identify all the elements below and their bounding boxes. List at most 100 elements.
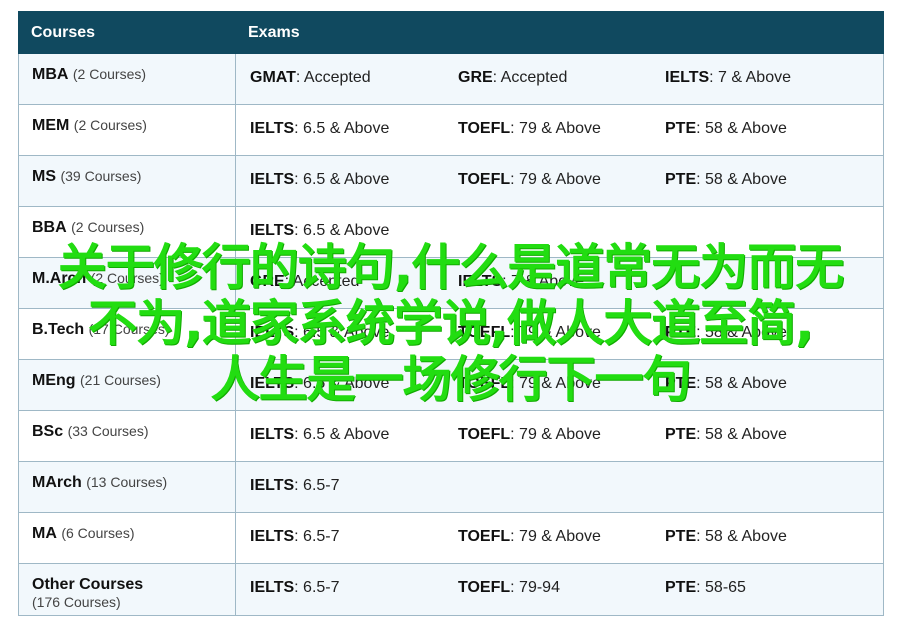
exam-requirement: GRE: Accepted — [458, 69, 665, 87]
exam-requirement: IELTS: 7 & Above — [458, 273, 665, 291]
course-cell: MArch (13 Courses) — [18, 461, 236, 513]
exam-name: TOEFL — [458, 426, 511, 443]
exam-requirement: PTE: 58 & Above — [665, 426, 787, 444]
courses-header: Courses — [18, 11, 236, 54]
table-header-row: Courses Exams — [18, 11, 884, 54]
exam-score: : 79 & Above — [510, 426, 601, 443]
exam-requirement: IELTS: 6.5-7 — [250, 528, 458, 546]
exam-requirement: IELTS: 7 & Above — [665, 69, 791, 87]
exam-requirement: TOEFL: 79 & Above — [458, 324, 665, 342]
course-name-link[interactable]: BBA — [32, 219, 67, 236]
course-count: (13 Courses) — [86, 474, 168, 490]
exam-name: IELTS — [250, 528, 295, 545]
exam-score: : Accepted — [492, 69, 568, 86]
exam-score: : Accepted — [284, 273, 360, 290]
exam-requirement: IELTS: 6.5 & Above — [250, 426, 458, 444]
exam-score: : 79 & Above — [510, 171, 601, 188]
exam-requirement: TOEFL: 79 & Above — [458, 171, 665, 189]
exam-requirement: GRE: Accepted — [250, 273, 458, 291]
course-name-link[interactable]: M.Arch — [32, 270, 86, 287]
exams-cell: IELTS: 6.5-7 — [235, 461, 884, 513]
exam-name: IELTS — [250, 426, 295, 443]
exam-score: : 6.5 & Above — [294, 324, 390, 341]
exam-name: TOEFL — [458, 375, 511, 392]
course-cell: Other Courses (176 Courses) — [18, 563, 236, 616]
course-cell: M.Arch (2 Courses) — [18, 257, 236, 309]
exam-name: PTE — [665, 528, 697, 545]
course-name-link[interactable]: MArch — [32, 474, 82, 491]
exams-cell: IELTS: 6.5 & Above TOEFL: 79 & Above PTE: … — [235, 410, 884, 462]
course-name-link[interactable]: MA — [32, 525, 57, 542]
exam-score: : 6.5 & Above — [294, 120, 390, 137]
exam-name: TOEFL — [458, 120, 511, 137]
course-name-link[interactable]: Other Courses — [32, 576, 143, 593]
exams-cell: IELTS: 6.5-7 TOEFL: 79 & Above PTE: 58 & A… — [235, 512, 884, 564]
exam-score: : 58 & Above — [696, 426, 787, 443]
table-row: B.Tech (17 Courses) IELTS: 6.5 & Above TOE… — [18, 308, 884, 360]
exam-name: GRE — [458, 69, 493, 86]
exam-score: : 6.5-7 — [294, 579, 340, 596]
exam-score: : 79 & Above — [510, 528, 601, 545]
exams-cell: IELTS: 6.5-7 TOEFL: 79-94 PTE: 58-65 — [235, 563, 884, 616]
exam-requirement: TOEFL: 79 & Above — [458, 375, 665, 393]
exam-score: : 6.5 & Above — [294, 426, 390, 443]
exam-name: IELTS — [250, 477, 295, 494]
exam-requirement: PTE: 58 & Above — [665, 375, 787, 393]
course-count: (21 Courses) — [80, 372, 161, 388]
course-name-link[interactable]: MBA — [32, 66, 68, 83]
table-row: M.Arch (2 Courses) GRE: Accepted IELTS: 7 … — [18, 257, 884, 309]
table-row: MEng (21 Courses) IELTS: 6.5 & Above TOEFL… — [18, 359, 884, 411]
exam-requirement: PTE: 58 & Above — [665, 324, 787, 342]
exam-score: : 58 & Above — [696, 375, 787, 392]
course-count: (2 Courses) — [90, 270, 164, 286]
exam-name: PTE — [665, 120, 697, 137]
exam-name: TOEFL — [458, 579, 511, 596]
exams-cell: GRE: Accepted IELTS: 7 & Above — [235, 257, 884, 309]
exams-header: Exams — [235, 11, 884, 54]
exam-requirement: PTE: 58-65 — [665, 579, 746, 597]
exams-cell: IELTS: 6.5 & Above TOEFL: 79 & Above PTE: … — [235, 308, 884, 360]
exam-requirement: PTE: 58 & Above — [665, 171, 787, 189]
course-count: (6 Courses) — [61, 525, 135, 541]
course-count: (2 Courses) — [71, 219, 145, 235]
course-cell: MS (39 Courses) — [18, 155, 236, 207]
course-name-link[interactable]: MEng — [32, 372, 76, 389]
exam-requirement: TOEFL: 79-94 — [458, 579, 665, 597]
exam-name: PTE — [665, 426, 697, 443]
course-name-link[interactable]: BSc — [32, 423, 63, 440]
exam-name: IELTS — [250, 171, 295, 188]
exam-requirement: IELTS: 6.5 & Above — [250, 375, 458, 393]
exam-name: PTE — [665, 324, 697, 341]
exam-name: PTE — [665, 579, 697, 596]
course-name-link[interactable]: MS — [32, 168, 56, 185]
course-cell: MEng (21 Courses) — [18, 359, 236, 411]
exam-score: : 58 & Above — [696, 324, 787, 341]
course-count: (176 Courses) — [32, 594, 121, 610]
table-row: MArch (13 Courses) IELTS: 6.5-7 — [18, 461, 884, 513]
course-name-link[interactable]: B.Tech — [32, 321, 84, 338]
exam-requirement: PTE: 58 & Above — [665, 120, 787, 138]
exam-name: IELTS — [458, 273, 503, 290]
table-row: BBA (2 Courses) IELTS: 6.5 & Above — [18, 206, 884, 258]
exam-score: : 6.5-7 — [294, 528, 340, 545]
exam-name: TOEFL — [458, 528, 511, 545]
course-cell: B.Tech (17 Courses) — [18, 308, 236, 360]
course-name-link[interactable]: MEM — [32, 117, 69, 134]
exam-name: IELTS — [665, 69, 710, 86]
exam-name: PTE — [665, 171, 697, 188]
exam-score: : 58 & Above — [696, 528, 787, 545]
exam-name: TOEFL — [458, 324, 511, 341]
course-cell: BSc (33 Courses) — [18, 410, 236, 462]
course-cell: MEM (2 Courses) — [18, 104, 236, 156]
exam-requirement: IELTS: 6.5 & Above — [250, 324, 458, 342]
exams-cell: IELTS: 6.5 & Above TOEFL: 79 & Above PTE: … — [235, 359, 884, 411]
exam-name: IELTS — [250, 222, 295, 239]
exams-cell: IELTS: 6.5 & Above TOEFL: 79 & Above PTE: … — [235, 155, 884, 207]
course-cell: MBA (2 Courses) — [18, 53, 236, 105]
course-cell: MA (6 Courses) — [18, 512, 236, 564]
exam-name: GRE — [250, 273, 285, 290]
exam-requirement: PTE: 58 & Above — [665, 528, 787, 546]
exam-name: IELTS — [250, 375, 295, 392]
course-count: (2 Courses) — [73, 117, 147, 133]
table-body: MBA (2 Courses) GMAT: Accepted GRE: Accept… — [18, 53, 884, 616]
